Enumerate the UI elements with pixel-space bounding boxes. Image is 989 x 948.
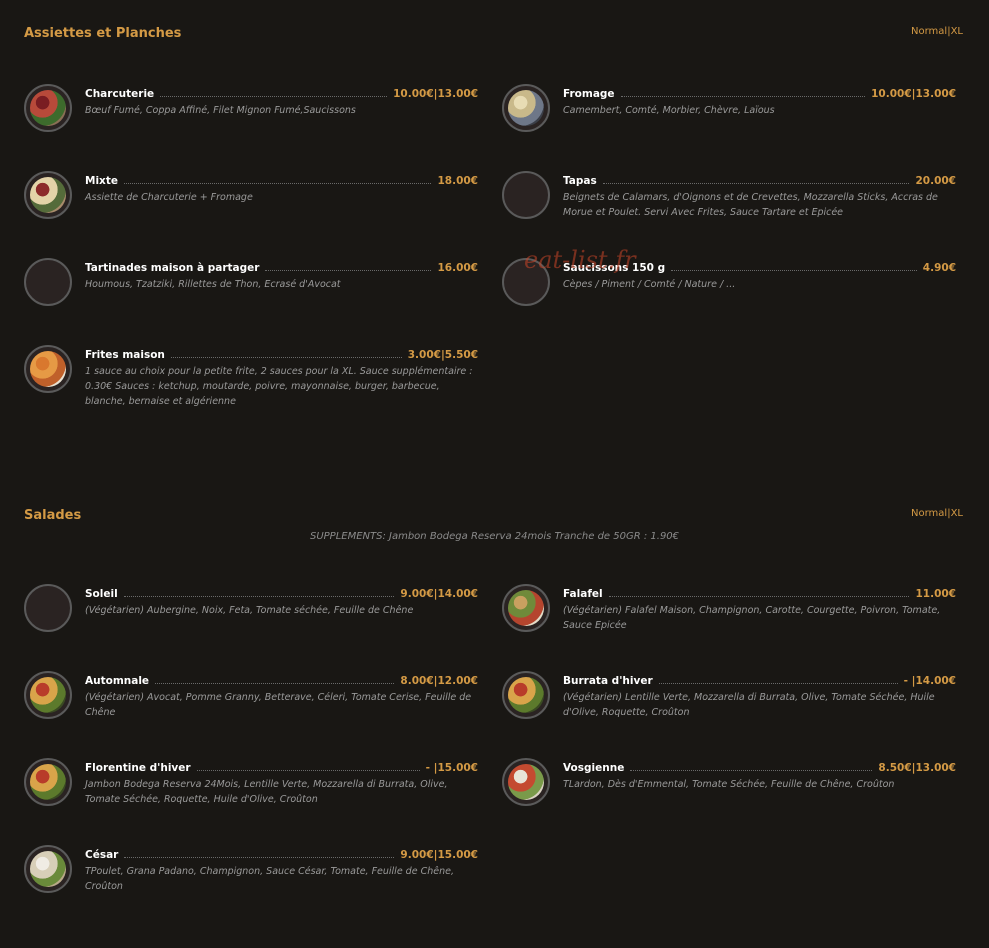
item-name: Mixte — [85, 175, 118, 187]
section-title-salades: Salades — [24, 508, 82, 523]
dotted-leader — [123, 595, 395, 597]
item-description: Houmous, Tzatziki, Rillettes de Thon, Ec… — [85, 279, 341, 290]
item-description: 1 sauce au choix pour la petite frite, 2… — [85, 366, 473, 407]
item-price: - |14.00€ — [903, 675, 956, 687]
automnale-photo — [24, 671, 72, 719]
item-price: 9.00€|15.00€ — [400, 849, 478, 861]
item-price: 9.00€|14.00€ — [400, 588, 478, 600]
size-legend: Normal|XL — [911, 508, 963, 519]
item-name: Charcuterie — [85, 88, 155, 100]
dotted-leader — [160, 95, 388, 97]
vosgienne-photo — [502, 758, 550, 806]
item-name: Vosgienne — [563, 762, 625, 774]
item-description: TPoulet, Grana Padano, Champignon, Sauce… — [85, 866, 454, 892]
item-price: 10.00€|13.00€ — [393, 88, 478, 100]
item-name: Tartinades maison à partager — [85, 262, 260, 274]
mixte-photo — [24, 171, 72, 219]
watermark: eat-list.fr — [524, 246, 636, 274]
fromage-photo — [502, 84, 550, 132]
item-price: 3.00€|5.50€ — [407, 349, 478, 361]
item-description: (Végétarien) Falafel Maison, Champignon,… — [563, 605, 941, 631]
item-price: 16.00€ — [437, 262, 478, 274]
dotted-leader — [608, 595, 910, 597]
section-title-assiettes: Assiettes et Planches — [24, 26, 182, 41]
florentine-photo — [24, 758, 72, 806]
dotted-leader — [265, 269, 432, 271]
supplement-note: SUPPLEMENTS: Jambon Bodega Reserva 24moi… — [309, 531, 680, 542]
item-name: Automnale — [85, 675, 150, 687]
tartinades-photo-placeholder — [24, 258, 72, 306]
item-price: 20.00€ — [915, 175, 956, 187]
item-price: 8.00€|12.00€ — [400, 675, 478, 687]
item-name: Frites maison — [85, 349, 165, 361]
dotted-leader — [671, 269, 917, 271]
dotted-leader — [170, 356, 402, 358]
item-description: Jambon Bodega Reserva 24Mois, Lentille V… — [85, 779, 448, 805]
item-name: Fromage — [563, 88, 615, 100]
dotted-leader — [658, 682, 898, 684]
item-name: Falafel — [563, 588, 603, 600]
item-name: Tapas — [563, 175, 597, 187]
item-description: (Végétarien) Avocat, Pomme Granny, Bette… — [85, 692, 472, 718]
item-price: 8.50€|13.00€ — [878, 762, 956, 774]
item-name: César — [85, 849, 119, 861]
soleil-photo-placeholder — [24, 584, 72, 632]
item-description: Cèpes / Piment / Comté / Nature / ... — [563, 279, 736, 290]
item-description: Assiette de Charcuterie + Fromage — [85, 192, 253, 203]
item-name: Florentine d'hiver — [85, 762, 191, 774]
tapas-photo-placeholder — [502, 171, 550, 219]
item-name: Burrata d'hiver — [563, 675, 653, 687]
frites-photo — [24, 345, 72, 393]
falafel-photo — [502, 584, 550, 632]
item-description: TLardon, Dès d'Emmental, Tomate Séchée, … — [563, 779, 895, 790]
dotted-leader — [123, 182, 432, 184]
dotted-leader — [196, 769, 420, 771]
dotted-leader — [602, 182, 910, 184]
item-description: (Végétarien) Lentille Verte, Mozzarella … — [563, 692, 935, 718]
item-description: Bœuf Fumé, Coppa Affiné, Filet Mignon Fu… — [85, 105, 356, 116]
burrata-photo — [502, 671, 550, 719]
item-description: (Végétarien) Aubergine, Noix, Feta, Toma… — [85, 605, 414, 616]
dotted-leader — [124, 856, 395, 858]
size-legend: Normal|XL — [911, 26, 963, 37]
item-price: 11.00€ — [915, 588, 956, 600]
cesar-photo — [24, 845, 72, 893]
dotted-leader — [155, 682, 395, 684]
item-price: - |15.00€ — [425, 762, 478, 774]
item-description: Camembert, Comté, Morbier, Chèvre, Laïou… — [563, 105, 775, 116]
item-description: Beignets de Calamars, d'Oignons et de Cr… — [563, 192, 938, 218]
item-price: 10.00€|13.00€ — [871, 88, 956, 100]
dotted-leader — [620, 95, 866, 97]
item-name: Soleil — [85, 588, 118, 600]
dotted-leader — [630, 769, 873, 771]
item-price: 4.90€ — [922, 262, 956, 274]
charcuterie-photo — [24, 84, 72, 132]
item-price: 18.00€ — [437, 175, 478, 187]
